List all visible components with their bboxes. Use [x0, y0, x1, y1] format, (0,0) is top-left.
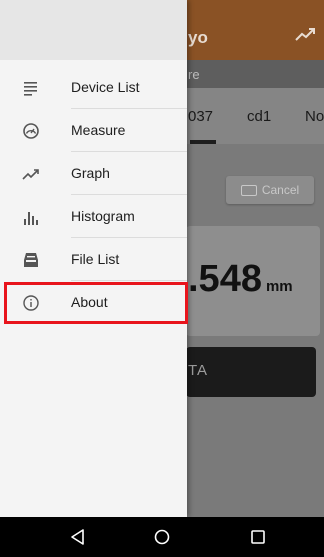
reading-display: .548 mm — [188, 258, 293, 301]
drawer-item-label: Device List — [71, 79, 140, 95]
navigation-drawer: Device List Measure Graph Histogram File… — [0, 0, 188, 517]
system-nav-bar — [0, 517, 324, 557]
back-icon[interactable] — [68, 527, 88, 547]
cancel-label: Cancel — [261, 183, 300, 197]
drawer-header — [0, 0, 187, 60]
list-icon — [24, 82, 37, 96]
tab-device-3[interactable]: No — [305, 108, 324, 125]
about-highlight-box — [4, 282, 188, 324]
reading-unit: mm — [265, 278, 293, 295]
drawer-item-histogram[interactable]: Histogram — [0, 195, 187, 238]
reading-value: .548 — [188, 258, 262, 300]
trending-up-icon[interactable] — [295, 26, 317, 42]
tab-device-1[interactable]: 037 — [188, 108, 213, 125]
drawer-item-label: Measure — [71, 122, 126, 138]
drawer-item-file-list[interactable]: File List — [0, 238, 187, 281]
data-button[interactable]: TA — [186, 347, 316, 397]
drawer-item-measure[interactable]: Measure — [0, 109, 187, 152]
sub-bar-text: re — [188, 67, 200, 82]
bar-chart-icon — [24, 212, 38, 225]
inbox-icon — [24, 253, 38, 267]
drawer-item-label: Graph — [71, 165, 110, 181]
cancel-button[interactable]: Cancel — [226, 176, 314, 204]
backspace-icon — [240, 184, 257, 196]
active-tab-indicator — [190, 140, 216, 144]
recents-icon[interactable] — [248, 527, 268, 547]
drawer-item-label: Histogram — [71, 208, 135, 224]
trending-up-icon — [22, 169, 39, 180]
gauge-icon — [23, 123, 39, 139]
drawer-item-graph[interactable]: Graph — [0, 152, 187, 195]
app-title: yo — [188, 28, 208, 47]
drawer-item-label: File List — [71, 251, 120, 267]
tab-device-2[interactable]: cd1 — [247, 108, 271, 125]
home-icon[interactable] — [152, 527, 172, 547]
data-button-label: TA — [188, 362, 209, 379]
drawer-item-device-list[interactable]: Device List — [0, 66, 187, 109]
